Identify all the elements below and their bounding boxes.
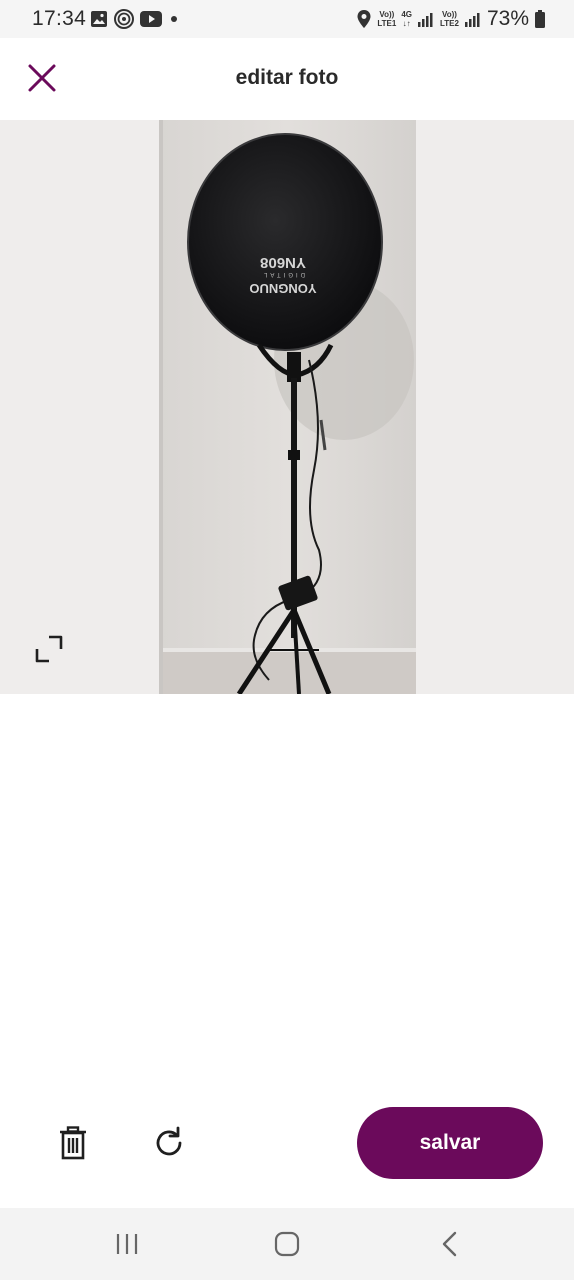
recent-apps-button[interactable]	[107, 1226, 147, 1262]
location-icon	[357, 10, 371, 28]
network-type: 4G	[401, 10, 412, 19]
dot-icon	[171, 16, 177, 22]
sim1-indicator: Vo)) LTE1	[377, 10, 396, 28]
youtube-icon	[140, 11, 162, 27]
back-icon	[442, 1231, 457, 1257]
crop-button[interactable]	[28, 628, 70, 670]
system-navigation-bar	[0, 1208, 574, 1280]
signal-icon-2	[464, 13, 480, 27]
delete-button[interactable]	[50, 1120, 96, 1166]
sim1-top: Vo))	[379, 10, 395, 19]
photo-preview[interactable]: YONGNUO DIGITAL YN608	[159, 120, 416, 694]
rotate-button[interactable]	[146, 1120, 192, 1166]
sim2-bottom: LTE2	[440, 19, 459, 28]
sim2-top: Vo))	[442, 10, 457, 19]
header: editar foto	[0, 38, 574, 120]
photo-model-text: YN608	[260, 254, 306, 271]
recent-apps-icon	[116, 1234, 138, 1254]
photo-image: YONGNUO DIGITAL YN608	[159, 120, 416, 694]
photo-brand-text: YONGNUO	[249, 281, 316, 296]
photo-toolbar: salvar	[0, 1100, 574, 1186]
network-indicator: 4G ↓↑	[401, 10, 412, 28]
sim2-indicator: Vo)) LTE2	[440, 10, 459, 28]
battery-percent: 73%	[486, 7, 529, 30]
network-arrows: ↓↑	[402, 19, 411, 28]
sim1-bottom: LTE1	[377, 19, 397, 28]
trash-icon	[60, 1126, 86, 1160]
signal-icon	[418, 13, 433, 27]
status-bar: 17:34 Vo)) LTE1 4G ↓↑ Vo)) LTE2 73%	[0, 0, 574, 38]
threads-icon	[114, 9, 134, 29]
back-button[interactable]	[430, 1226, 470, 1262]
rotate-icon	[156, 1126, 182, 1156]
page-title: editar foto	[235, 66, 339, 89]
battery-icon	[535, 10, 545, 28]
status-system-icons: Vo)) LTE1 4G ↓↑ Vo)) LTE2 73%	[356, 7, 546, 31]
image-icon	[91, 11, 107, 27]
status-notification-icons	[90, 9, 180, 29]
save-button[interactable]: salvar	[357, 1107, 543, 1179]
crop-resize-icon	[35, 635, 63, 663]
photo-canvas: YONGNUO DIGITAL YN608	[0, 120, 574, 694]
home-icon	[274, 1231, 300, 1257]
status-time: 17:34	[32, 7, 87, 30]
edit-photo-screen: 17:34 Vo)) LTE1 4G ↓↑ Vo)) LTE2 73% edit…	[0, 0, 574, 1280]
home-button[interactable]	[267, 1226, 307, 1262]
